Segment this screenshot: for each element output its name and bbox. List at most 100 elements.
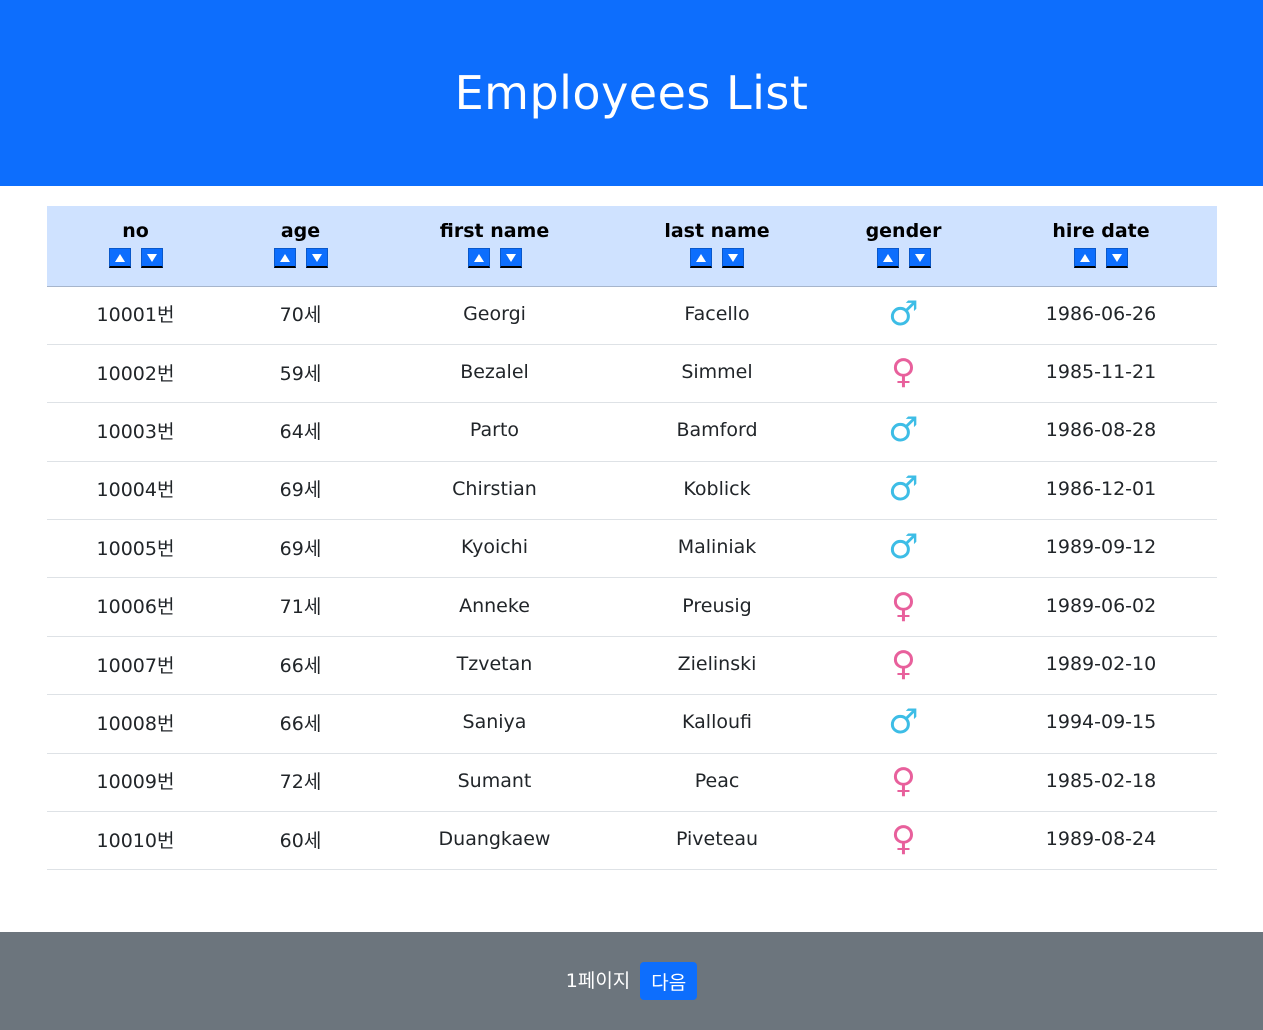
triangle-up-icon bbox=[473, 253, 484, 262]
cell-last-name: Maliniak bbox=[612, 519, 822, 579]
cell-last-name: Simmel bbox=[612, 344, 822, 404]
column-header-no: no bbox=[47, 206, 224, 287]
cell-last-name: Kalloufi bbox=[612, 694, 822, 754]
triangle-down-icon bbox=[1112, 253, 1122, 262]
cell-hire-date: 1986-06-26 bbox=[985, 286, 1217, 345]
sort-desc-button-age[interactable] bbox=[305, 248, 328, 268]
cell-no: 10008번 bbox=[47, 694, 224, 754]
cell-age: 59세 bbox=[224, 344, 377, 404]
triangle-down-icon bbox=[728, 253, 738, 262]
cell-hire-date: 1986-12-01 bbox=[985, 461, 1217, 521]
cell-age: 69세 bbox=[224, 461, 377, 521]
sort-buttons bbox=[613, 248, 821, 268]
cell-hire-date: 1989-06-02 bbox=[985, 577, 1217, 637]
column-label: age bbox=[280, 220, 321, 242]
cell-first-name: Saniya bbox=[377, 694, 612, 754]
cell-hire-date: 1989-02-10 bbox=[985, 636, 1217, 696]
column-label: no bbox=[122, 220, 149, 242]
cell-age: 60세 bbox=[224, 811, 377, 871]
table-header-row: no age first name last name gender hire date bbox=[47, 206, 1217, 287]
table-row: 10007번 66세 Tzvetan Zielinski ♀ 1989-02-10 bbox=[47, 636, 1217, 696]
table-row: 10004번 69세 Chirstian Koblick ♂ 1986-12-01 bbox=[47, 461, 1217, 521]
triangle-up-icon bbox=[882, 253, 893, 262]
cell-no: 10005번 bbox=[47, 519, 224, 579]
column-label: last name bbox=[664, 220, 770, 242]
table-row: 10010번 60세 Duangkaew Piveteau ♀ 1989-08-24 bbox=[47, 811, 1217, 871]
cell-first-name: Parto bbox=[377, 402, 612, 462]
column-header-gender: gender bbox=[822, 206, 985, 287]
column-header-last-name: last name bbox=[612, 206, 822, 287]
cell-hire-date: 1985-11-21 bbox=[985, 344, 1217, 404]
cell-no: 10003번 bbox=[47, 402, 224, 462]
cell-first-name: Georgi bbox=[377, 286, 612, 345]
sort-asc-button-first-name[interactable] bbox=[467, 248, 490, 268]
cell-gender: ♂ bbox=[822, 461, 985, 521]
cell-first-name: Sumant bbox=[377, 753, 612, 813]
current-page-label: 1페이지 bbox=[565, 969, 631, 992]
sort-desc-button-hire-date[interactable] bbox=[1106, 248, 1128, 268]
column-header-first-name: first name bbox=[377, 206, 612, 287]
page-header: Employees List bbox=[0, 0, 1263, 186]
table-row: 10001번 70세 Georgi Facello ♂ 1986-06-26 bbox=[47, 286, 1217, 345]
sort-desc-button-first-name[interactable] bbox=[499, 248, 522, 268]
employees-table: no age first name last name gender hire date … bbox=[47, 206, 1217, 871]
male-icon: ♂ bbox=[888, 293, 919, 334]
triangle-up-icon bbox=[114, 253, 125, 262]
sort-buttons bbox=[986, 248, 1216, 268]
sort-asc-button-gender[interactable] bbox=[876, 248, 899, 268]
male-icon: ♂ bbox=[888, 702, 919, 743]
cell-gender: ♀ bbox=[822, 344, 985, 404]
cell-first-name: Bezalel bbox=[377, 344, 612, 404]
column-label: first name bbox=[439, 220, 550, 242]
sort-asc-button-no[interactable] bbox=[108, 248, 131, 268]
cell-gender: ♂ bbox=[822, 694, 985, 754]
sort-asc-button-age[interactable] bbox=[273, 248, 296, 268]
cell-first-name: Kyoichi bbox=[377, 519, 612, 579]
cell-no: 10004번 bbox=[47, 461, 224, 521]
cell-first-name: Tzvetan bbox=[377, 636, 612, 696]
column-label: gender bbox=[865, 220, 942, 242]
cell-last-name: Preusig bbox=[612, 577, 822, 637]
employees-table-container: no age first name last name gender hire date … bbox=[47, 206, 1217, 871]
sort-desc-button-gender[interactable] bbox=[908, 248, 931, 268]
cell-no: 10009번 bbox=[47, 753, 224, 813]
next-page-button[interactable]: 다음 bbox=[640, 962, 698, 1000]
cell-gender: ♀ bbox=[822, 577, 985, 637]
cell-age: 72세 bbox=[224, 753, 377, 813]
table-body: 10001번 70세 Georgi Facello ♂ 1986-06-26 10002번 5… bbox=[47, 286, 1217, 871]
female-icon: ♀ bbox=[891, 644, 916, 685]
cell-age: 66세 bbox=[224, 694, 377, 754]
column-header-age: age bbox=[224, 206, 377, 287]
sort-desc-button-last-name[interactable] bbox=[722, 248, 744, 268]
cell-age: 66세 bbox=[224, 636, 377, 696]
cell-first-name: Anneke bbox=[377, 577, 612, 637]
cell-gender: ♀ bbox=[822, 753, 985, 813]
sort-buttons bbox=[378, 248, 611, 268]
cell-gender: ♂ bbox=[822, 519, 985, 579]
cell-last-name: Zielinski bbox=[612, 636, 822, 696]
cell-hire-date: 1989-09-12 bbox=[985, 519, 1217, 579]
sort-asc-button-hire-date[interactable] bbox=[1074, 248, 1096, 268]
cell-hire-date: 1986-08-28 bbox=[985, 402, 1217, 462]
pagination-footer: 1페이지 다음 bbox=[0, 932, 1263, 1030]
sort-desc-button-no[interactable] bbox=[140, 248, 163, 268]
cell-last-name: Peac bbox=[612, 753, 822, 813]
cell-gender: ♂ bbox=[822, 286, 985, 345]
cell-last-name: Facello bbox=[612, 286, 822, 345]
column-label: hire date bbox=[1052, 220, 1150, 242]
cell-no: 10010번 bbox=[47, 811, 224, 871]
male-icon: ♂ bbox=[888, 527, 919, 568]
triangle-down-icon bbox=[914, 253, 925, 262]
table-row: 10003번 64세 Parto Bamford ♂ 1986-08-28 bbox=[47, 402, 1217, 462]
page-title: Employees List bbox=[454, 66, 809, 120]
cell-hire-date: 1985-02-18 bbox=[985, 753, 1217, 813]
cell-age: 64세 bbox=[224, 402, 377, 462]
sort-asc-button-last-name[interactable] bbox=[690, 248, 712, 268]
cell-gender: ♀ bbox=[822, 811, 985, 871]
triangle-down-icon bbox=[505, 253, 516, 262]
female-icon: ♀ bbox=[891, 760, 916, 801]
female-icon: ♀ bbox=[891, 352, 916, 393]
column-header-hire-date: hire date bbox=[985, 206, 1217, 287]
table-row: 10005번 69세 Kyoichi Maliniak ♂ 1989-09-12 bbox=[47, 519, 1217, 579]
sort-buttons bbox=[823, 248, 984, 268]
